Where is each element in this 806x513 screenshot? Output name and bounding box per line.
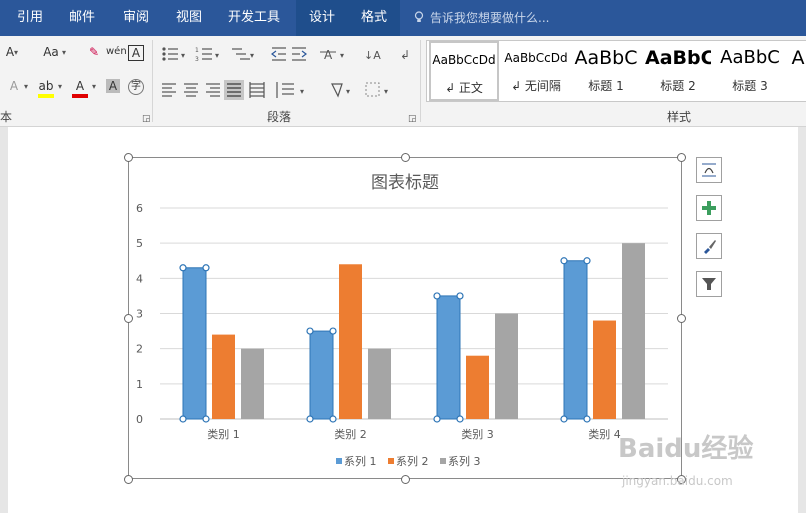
resize-handle[interactable]: [677, 314, 686, 323]
bar-selection-handle: [583, 257, 591, 265]
bar-selection-handle: [433, 415, 441, 423]
y-tick-label: 6: [136, 202, 143, 215]
bar: [622, 243, 645, 419]
legend-swatch: [440, 458, 446, 464]
legend-swatch: [388, 458, 394, 464]
bar: [212, 334, 235, 419]
bar: [241, 348, 264, 419]
resize-handle[interactable]: [677, 153, 686, 162]
plus-icon: [702, 201, 716, 215]
chart-filters-button[interactable]: [696, 271, 722, 297]
legend-label: 系列 3: [448, 454, 481, 468]
watermark-logo: Baidu经验: [618, 434, 754, 464]
legend-label: 系列 2: [396, 454, 429, 468]
bar-selection-handle: [306, 327, 314, 335]
bar: [466, 355, 489, 419]
filter-icon: [702, 278, 716, 290]
bar-selection-handle: [329, 415, 337, 423]
layout-options-button[interactable]: [696, 157, 722, 183]
layout-options-icon: [702, 163, 716, 177]
bar-selection-handle: [329, 327, 337, 335]
bar-selection-handle: [179, 415, 187, 423]
y-tick-label: 1: [136, 378, 143, 391]
bar-selection-handle: [179, 264, 187, 272]
bar-selection-handle: [202, 415, 210, 423]
resize-handle[interactable]: [401, 153, 410, 162]
bar: [183, 267, 206, 419]
bar-selection-handle: [560, 257, 568, 265]
x-tick-label: 类别 4: [588, 427, 621, 441]
bar-selection-handle: [583, 415, 591, 423]
x-tick-label: 类别 1: [207, 427, 240, 441]
bar: [495, 313, 518, 419]
y-tick-label: 3: [136, 308, 143, 321]
bar: [593, 320, 616, 419]
paintbrush-icon: [704, 240, 716, 254]
bar-selection-handle: [456, 292, 464, 300]
chart-styles-button[interactable]: [696, 233, 722, 259]
x-tick-label: 类别 3: [461, 427, 494, 441]
legend-label: 系列 1: [344, 454, 377, 468]
bar: [437, 295, 460, 419]
bar-selection-handle: [202, 264, 210, 272]
resize-handle[interactable]: [124, 153, 133, 162]
x-tick-label: 类别 2: [334, 427, 367, 441]
resize-handle[interactable]: [401, 475, 410, 484]
y-tick-label: 4: [136, 272, 143, 285]
chart-elements-button[interactable]: [696, 195, 722, 221]
y-tick-label: 2: [136, 343, 143, 356]
bar-selection-handle: [456, 415, 464, 423]
y-tick-label: 0: [136, 413, 143, 426]
bar-selection-handle: [433, 292, 441, 300]
bar: [339, 264, 362, 419]
watermark-url: jingyan.baidu.com: [622, 474, 733, 488]
y-tick-label: 5: [136, 237, 143, 250]
legend-swatch: [336, 458, 342, 464]
bar: [564, 260, 587, 419]
bar-selection-handle: [560, 415, 568, 423]
bar: [368, 348, 391, 419]
resize-handle[interactable]: [124, 475, 133, 484]
bar-selection-handle: [306, 415, 314, 423]
bar: [310, 331, 333, 419]
resize-handle[interactable]: [124, 314, 133, 323]
